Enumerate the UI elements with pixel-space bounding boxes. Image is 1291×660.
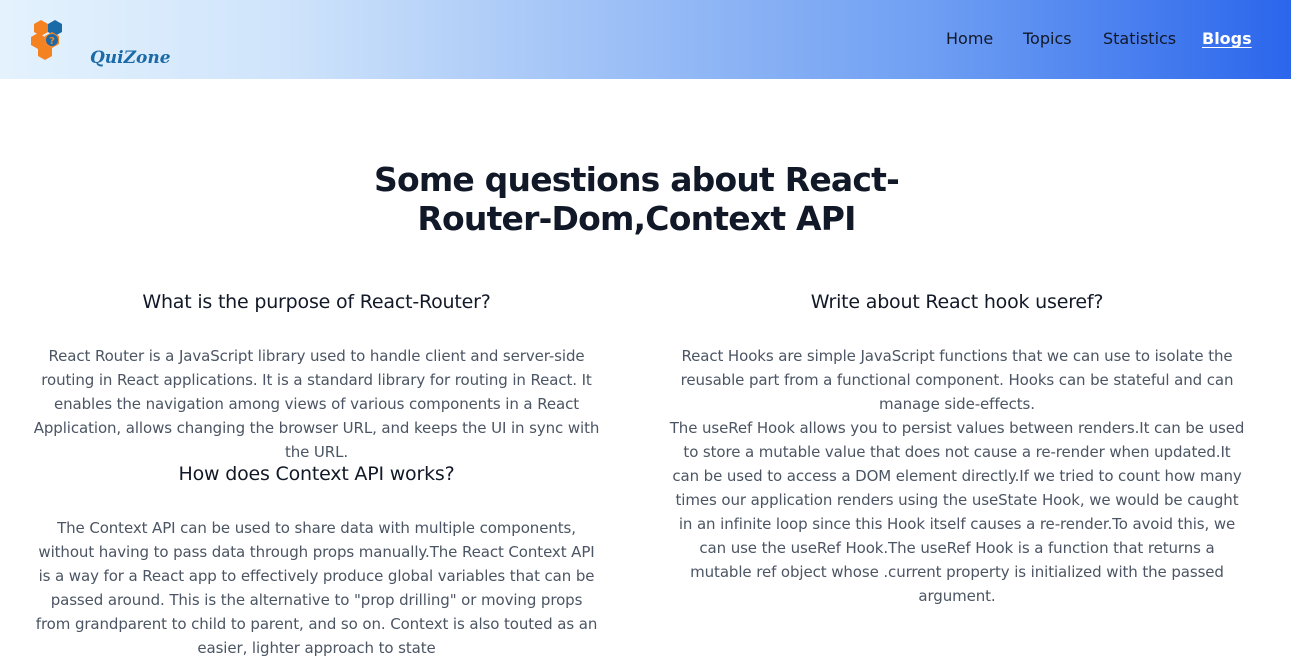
answer-text: React Router is a JavaScript library use… (33, 347, 600, 461)
question-heading: What is the purpose of React-Router? (142, 291, 491, 313)
question-heading: Write about React hook useref? (810, 291, 1104, 313)
qa-context-api: How does Context API works? The Context … (33, 461, 600, 660)
navbar: ? QuiZone Home Topics Statistics Blogs (0, 0, 1291, 79)
nav-home[interactable]: Home (946, 29, 993, 48)
logo-text: QuiZone (90, 48, 171, 68)
qa-useref: Write about React hook useref? React Hoo… (668, 289, 1246, 608)
nav-statistics[interactable]: Statistics (1103, 29, 1176, 48)
page-title: Some questions about React-Router-Dom,Co… (373, 160, 900, 238)
nav-topics[interactable]: Topics (1023, 29, 1072, 48)
question-heading: How does Context API works? (178, 463, 455, 485)
logo[interactable]: ? QuiZone (29, 19, 171, 68)
qa-react-router: What is the purpose of React-Router? Rea… (33, 289, 600, 464)
answer-text: React Hooks are simple JavaScript functi… (668, 344, 1246, 608)
answer-text: The Context API can be used to share dat… (35, 519, 598, 657)
hexagon-logo-icon: ? (31, 20, 62, 60)
nav-blogs[interactable]: Blogs (1202, 29, 1252, 48)
svg-text:?: ? (49, 36, 55, 47)
answer-body: The useRef Hook allows you to persist va… (669, 419, 1245, 605)
answer-intro: React Hooks are simple JavaScript functi… (680, 347, 1234, 413)
